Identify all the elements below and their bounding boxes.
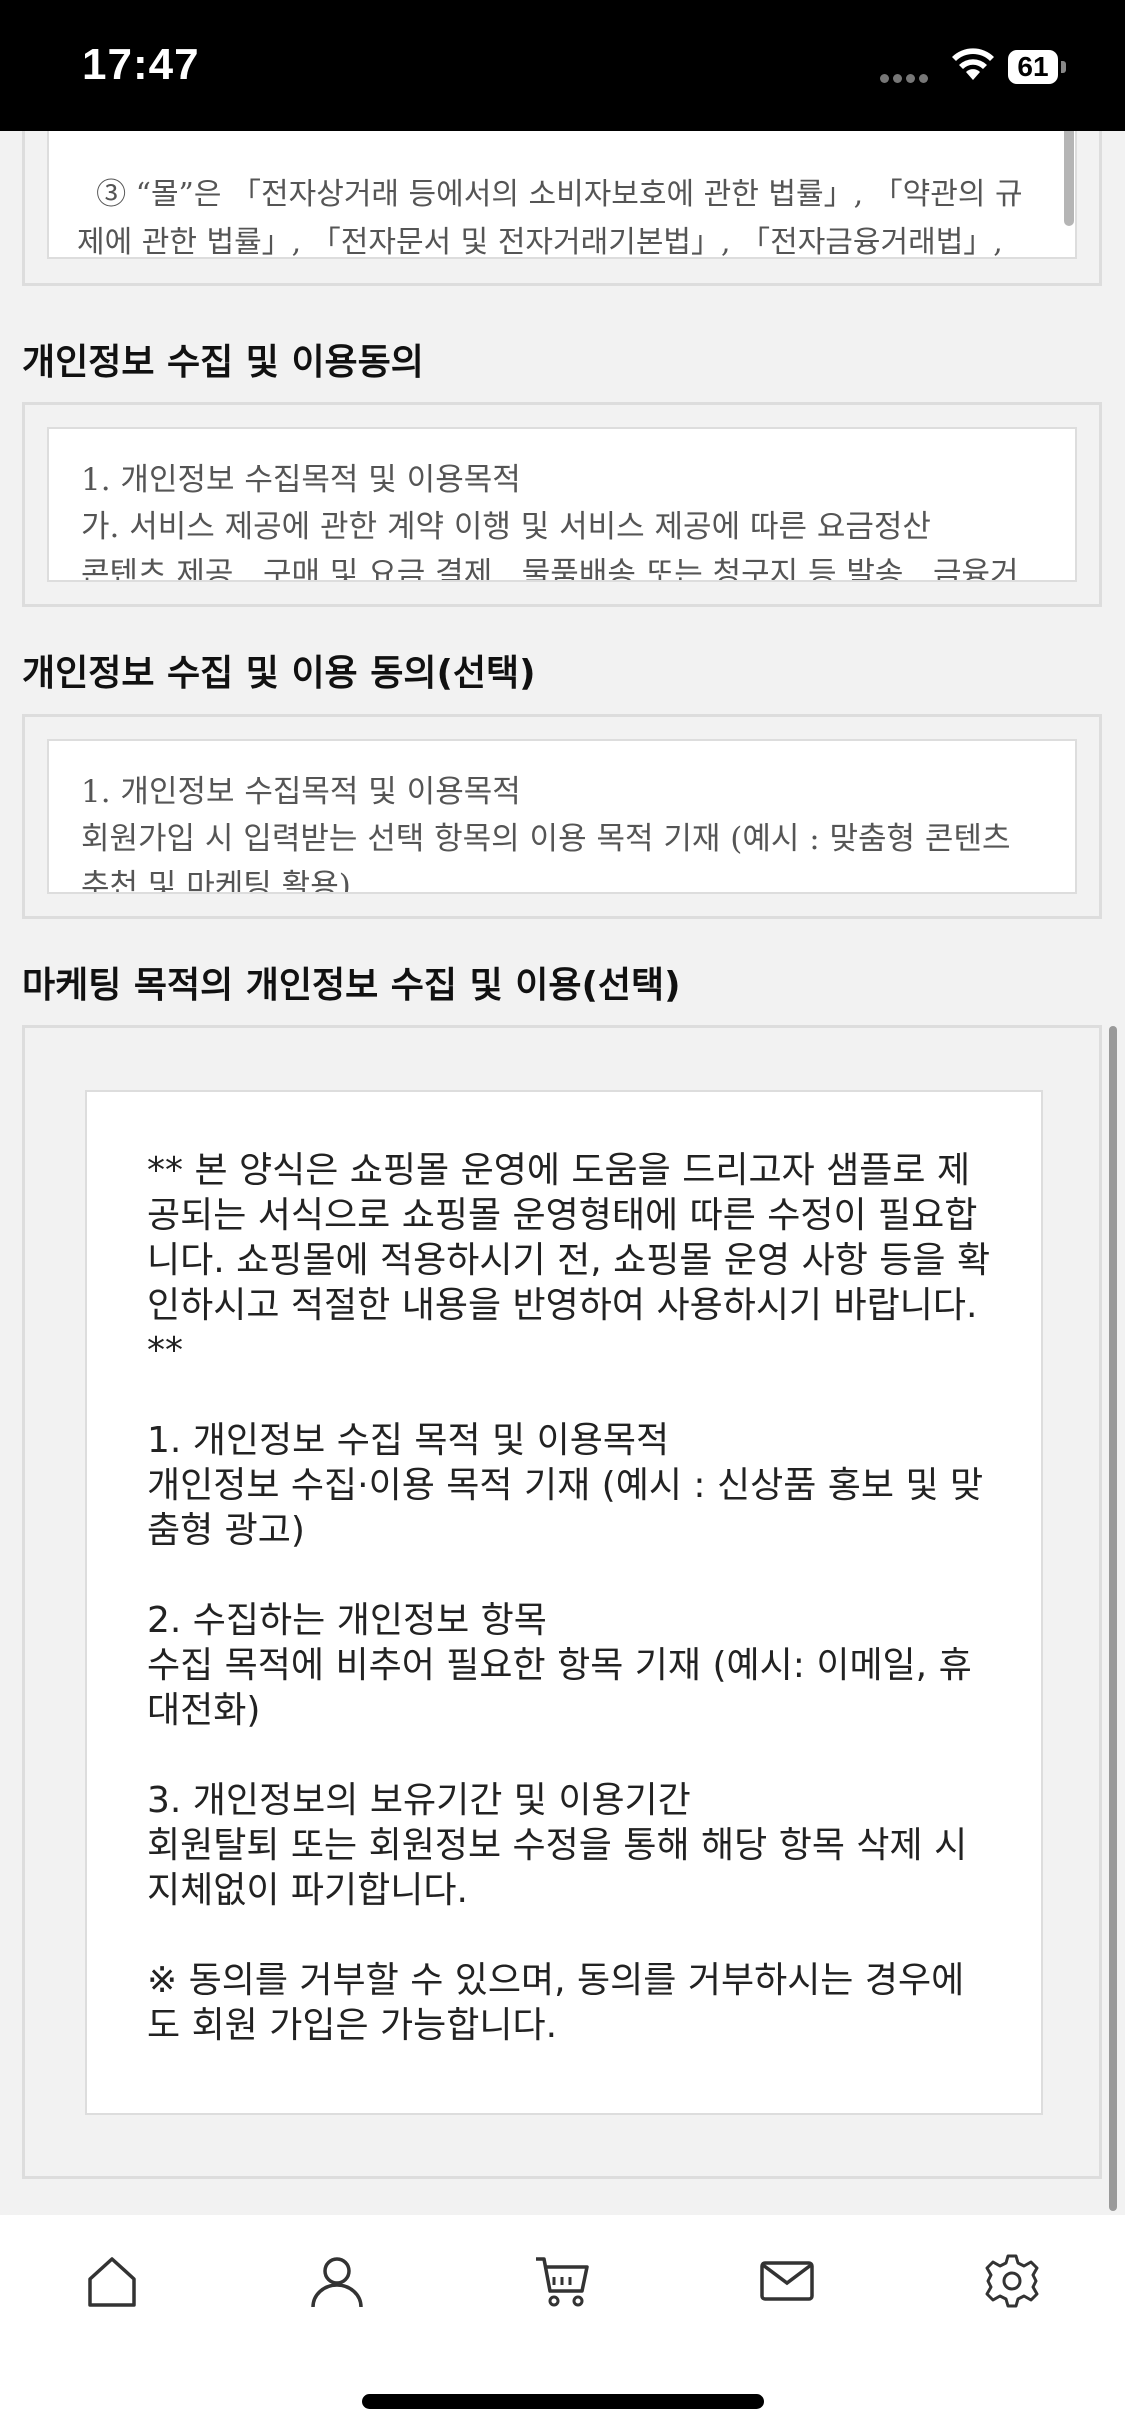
privacy-required-scroll-area[interactable]: 1. 개인정보 수집목적 및 이용목적 가. 서비스 제공에 관한 계약 이행 …	[47, 427, 1077, 582]
privacy-required-box: 1. 개인정보 수집목적 및 이용목적 가. 서비스 제공에 관한 계약 이행 …	[22, 402, 1102, 607]
marketing-box: ** 본 양식은 쇼핑몰 운영에 도움을 드리고자 샘플로 제공되는 서식으로 …	[22, 1025, 1102, 2179]
user-icon[interactable]	[307, 2251, 367, 2311]
marketing-title: 마케팅 목적의 개인정보 수집 및 이용(선택)	[22, 965, 681, 1006]
privacy-required-title: 개인정보 수집 및 이용동의	[22, 342, 424, 383]
terms-text: ③ “몰”은 「전자상거래 등에서의 소비자보호에 관한 법률」, 「약관의 규…	[77, 177, 1023, 259]
privacy-optional-box: 1. 개인정보 수집목적 및 이용목적 회원가입 시 입력받는 선택 항목의 이…	[22, 714, 1102, 919]
marketing-scroll-area[interactable]: ** 본 양식은 쇼핑몰 운영에 도움을 드리고자 샘플로 제공되는 서식으로 …	[85, 1090, 1043, 2115]
settings-icon[interactable]	[982, 2251, 1042, 2311]
privacy-required-text: 1. 개인정보 수집목적 및 이용목적 가. 서비스 제공에 관한 계약 이행 …	[81, 462, 1019, 582]
status-bar: 17:47 61	[0, 0, 1125, 131]
mail-icon[interactable]	[757, 2251, 817, 2311]
home-indicator[interactable]	[362, 2394, 764, 2409]
terms-scrollbar[interactable]	[1064, 131, 1074, 226]
terms-scroll-area[interactable]: ③ “몰”은 「전자상거래 등에서의 소비자보호에 관한 법률」, 「약관의 규…	[47, 131, 1077, 259]
status-time: 17:47	[82, 40, 200, 89]
cart-icon[interactable]	[532, 2251, 592, 2311]
battery-tip	[1061, 61, 1066, 73]
wifi-icon	[952, 48, 994, 80]
cellular-signal-icon	[880, 68, 932, 83]
privacy-optional-scroll-area[interactable]: 1. 개인정보 수집목적 및 이용목적 회원가입 시 입력받는 선택 항목의 이…	[47, 739, 1077, 894]
battery-level: 61	[1008, 50, 1058, 84]
terms-box: ③ “몰”은 「전자상거래 등에서의 소비자보호에 관한 법률」, 「약관의 규…	[22, 131, 1102, 286]
page-scrollbar[interactable]	[1109, 1026, 1117, 2211]
privacy-optional-title: 개인정보 수집 및 이용 동의(선택)	[22, 653, 536, 694]
home-icon[interactable]	[82, 2251, 142, 2311]
privacy-optional-text: 1. 개인정보 수집목적 및 이용목적 회원가입 시 입력받는 선택 항목의 이…	[81, 774, 1011, 894]
marketing-text: ** 본 양식은 쇼핑몰 운영에 도움을 드리고자 샘플로 제공되는 서식으로 …	[147, 1150, 991, 2046]
agreement-content[interactable]: ③ “몰”은 「전자상거래 등에서의 소비자보호에 관한 법률」, 「약관의 규…	[0, 131, 1125, 2215]
